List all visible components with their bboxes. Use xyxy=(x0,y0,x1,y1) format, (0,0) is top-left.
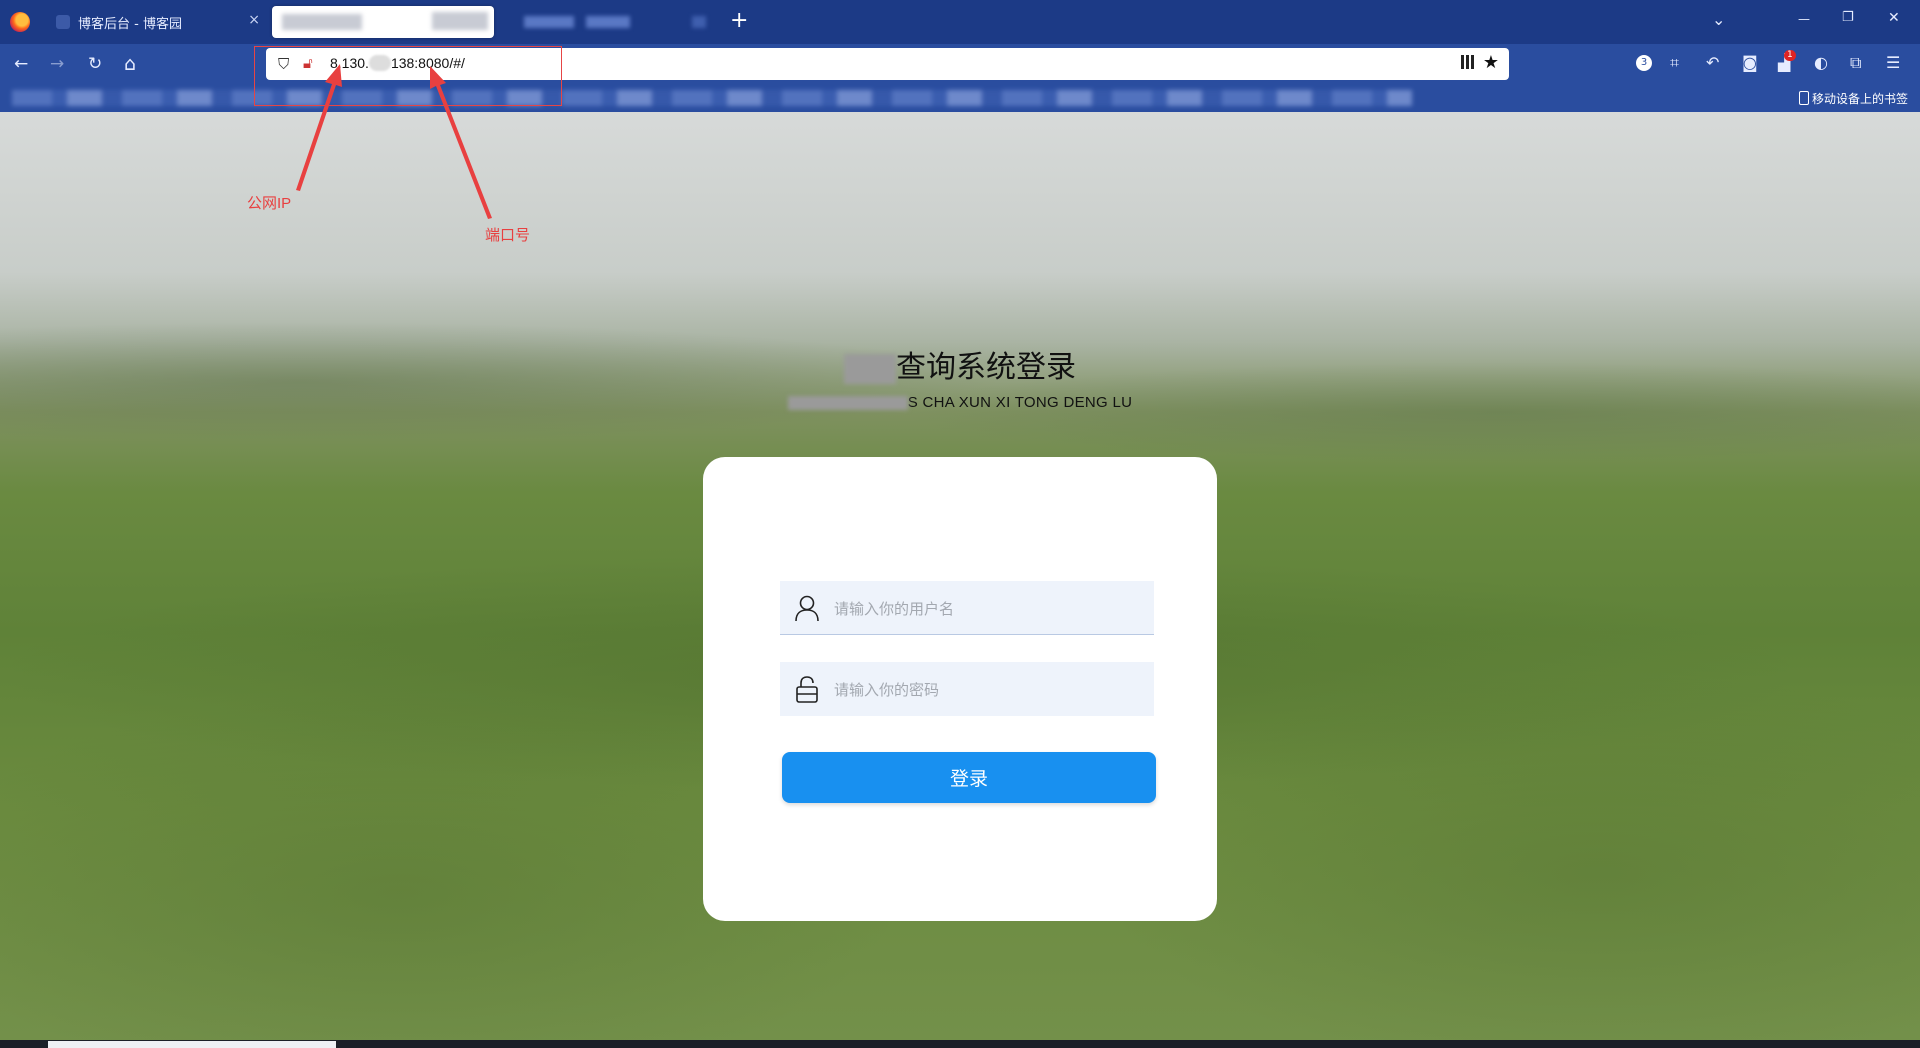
password-input[interactable] xyxy=(832,662,1146,718)
phone-icon xyxy=(1798,91,1809,105)
notification-badge: 1 xyxy=(1784,50,1796,61)
mobile-bookmarks-link[interactable]: 移动设备上的书签 xyxy=(1798,90,1908,107)
redacted-tab-title xyxy=(432,12,488,30)
password-field xyxy=(780,662,1154,718)
reload-button[interactable]: ↻ xyxy=(88,54,102,74)
new-tab-button[interactable]: + xyxy=(730,8,748,34)
page-subtitle: S CHA XUN XI TONG DENG LU xyxy=(0,394,1920,411)
annotation-port-label: 端口号 xyxy=(485,227,531,244)
redacted-bookmarks xyxy=(12,90,1412,106)
back-button[interactable]: ← xyxy=(14,54,28,74)
crop-icon[interactable]: ⌗ xyxy=(1670,53,1679,73)
tab-blog-admin[interactable]: 博客后台 - 博客园 × xyxy=(44,6,270,38)
taskbar-app[interactable] xyxy=(48,1041,336,1048)
annotation-highlight-box xyxy=(254,46,562,106)
qr-code-icon[interactable] xyxy=(1461,55,1475,69)
login-page-background: 查询系统登录 S CHA XUN XI TONG DENG LU 登录 xyxy=(0,112,1920,1040)
redacted-subtitle-prefix xyxy=(787,396,908,411)
tab-active[interactable] xyxy=(272,6,494,38)
page-title: 查询系统登录 xyxy=(0,342,1920,386)
close-window-button[interactable]: ✕ xyxy=(1888,10,1900,26)
username-input[interactable] xyxy=(832,581,1146,637)
minimize-button[interactable]: — xyxy=(1798,12,1810,26)
login-button[interactable]: 登录 xyxy=(782,752,1156,803)
undo-icon[interactable]: ↶ xyxy=(1706,53,1719,72)
home-button[interactable]: ⌂ xyxy=(124,54,136,74)
star-icon[interactable]: ★ xyxy=(1483,52,1499,73)
tab-title: 博客后台 - 博客园 xyxy=(78,16,182,32)
tab-redacted[interactable] xyxy=(498,6,718,38)
menu-icon[interactable]: ☰ xyxy=(1886,53,1900,72)
extension-counter-badge[interactable]: 3 xyxy=(1636,55,1652,71)
redacted-tab-title xyxy=(524,16,574,28)
redacted-title-prefix xyxy=(844,354,896,385)
padlock-icon xyxy=(796,676,818,703)
tab-favicon-icon xyxy=(56,15,70,29)
redacted-tab-title xyxy=(282,14,362,30)
os-taskbar xyxy=(0,1040,1920,1048)
username-field xyxy=(780,581,1154,637)
extensions-puzzle-icon[interactable]: ⧉ xyxy=(1850,53,1861,73)
restore-button[interactable]: ❐ xyxy=(1842,10,1854,25)
forward-button[interactable]: → xyxy=(50,54,64,74)
redacted-tab-title xyxy=(586,16,630,28)
redacted-tab-title xyxy=(692,16,706,28)
person-icon xyxy=(795,595,819,622)
annotation-ip-label: 公网IP xyxy=(247,195,292,212)
extension-bird-icon[interactable]: ◐ xyxy=(1814,53,1828,72)
tab-strip: 博客后台 - 博客园 × + ⌄ — ❐ ✕ xyxy=(0,0,1920,44)
close-tab-icon[interactable]: × xyxy=(248,12,260,28)
tab-list-button[interactable]: ⌄ xyxy=(1712,10,1725,29)
login-card: 登录 xyxy=(703,457,1217,921)
reader-glasses-icon[interactable]: ◙ xyxy=(1742,53,1758,72)
firefox-logo-icon[interactable] xyxy=(10,12,30,32)
